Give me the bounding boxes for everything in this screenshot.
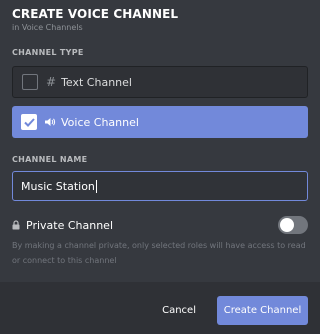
modal-footer: Cancel Create Channel bbox=[0, 282, 320, 334]
voice-channel-option[interactable]: Voice Channel bbox=[12, 106, 308, 138]
channel-name-label: CHANNEL NAME bbox=[12, 155, 88, 164]
speaker-icon bbox=[45, 117, 56, 127]
modal-subtitle: in Voice Channels bbox=[12, 23, 83, 32]
text-channel-label: Text Channel bbox=[61, 75, 132, 89]
private-channel-label: Private Channel bbox=[26, 218, 114, 232]
text-channel-checkbox[interactable] bbox=[22, 74, 38, 90]
voice-channel-checkbox[interactable] bbox=[21, 114, 37, 130]
create-channel-button[interactable]: Create Channel bbox=[217, 296, 308, 325]
channel-name-input[interactable]: Music Station bbox=[12, 171, 308, 201]
text-channel-option[interactable]: # Text Channel bbox=[12, 66, 308, 98]
voice-channel-label: Voice Channel bbox=[61, 115, 139, 129]
toggle-knob bbox=[280, 218, 294, 232]
lock-icon bbox=[12, 220, 20, 230]
channel-name-value: Music Station bbox=[21, 179, 95, 193]
checkmark-icon bbox=[23, 117, 35, 127]
cancel-button[interactable]: Cancel bbox=[162, 296, 196, 324]
private-channel-description: By making a channel private, only select… bbox=[12, 241, 306, 265]
modal-title: CREATE VOICE CHANNEL bbox=[12, 7, 179, 21]
modal-header: CREATE VOICE CHANNEL in Voice Channels bbox=[12, 7, 178, 32]
channel-type-label: CHANNEL TYPE bbox=[12, 48, 84, 57]
private-channel-toggle[interactable] bbox=[278, 216, 308, 234]
text-cursor bbox=[95, 179, 97, 193]
hash-icon: # bbox=[46, 75, 57, 89]
private-channel-row: Private Channel bbox=[12, 216, 308, 234]
